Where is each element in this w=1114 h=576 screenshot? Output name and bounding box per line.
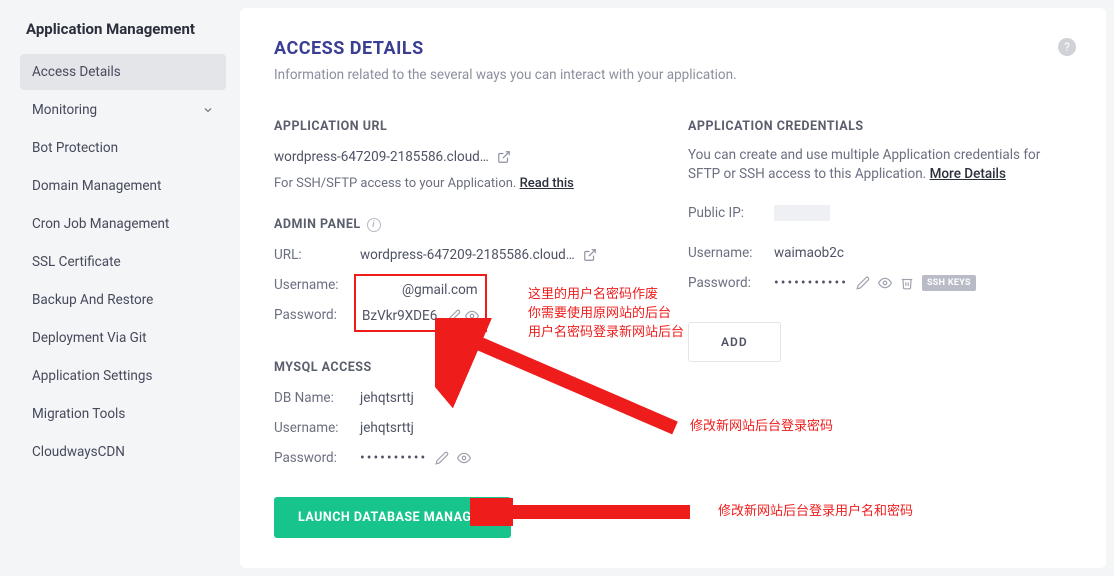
ssh-keys-badge[interactable]: SSH KEYS — [922, 275, 976, 291]
chevron-down-icon — [202, 104, 214, 116]
sidebar-item-domain-management[interactable]: Domain Management — [20, 168, 226, 204]
cred-username-label: Username: — [688, 245, 774, 261]
external-link-icon[interactable] — [583, 248, 597, 262]
mysql-username-label: Username: — [274, 420, 360, 436]
eye-icon[interactable] — [465, 309, 479, 323]
mysql-username-value: jehqtsrttj — [360, 420, 414, 436]
sidebar-item-access-details[interactable]: Access Details — [20, 54, 226, 90]
column-left: APPLICATION URL wordpress-647209-2185586… — [274, 119, 658, 538]
sidebar-item-cloudways-cdn[interactable]: CloudwaysCDN — [20, 434, 226, 470]
sidebar-item-bot-protection[interactable]: Bot Protection — [20, 130, 226, 166]
sidebar-item-cron-job-management[interactable]: Cron Job Management — [20, 206, 226, 242]
cred-password-label: Password: — [688, 275, 774, 291]
help-icon[interactable]: ? — [1058, 38, 1076, 56]
page-title: ACCESS DETAILS — [274, 38, 1072, 59]
info-icon[interactable]: i — [367, 218, 381, 232]
page-subtitle: Information related to the several ways … — [274, 67, 1072, 83]
mysql-dbname-value: jehqtsrttj — [360, 390, 414, 406]
mysql-password-value: •••••••••• — [360, 450, 427, 466]
pencil-icon[interactable] — [856, 276, 870, 290]
public-ip-value — [774, 205, 830, 221]
trash-icon[interactable] — [900, 276, 914, 290]
external-link-icon[interactable] — [497, 150, 511, 164]
pencil-icon[interactable] — [435, 451, 449, 465]
admin-url-value: wordpress-647209-2185586.cloud… — [360, 247, 575, 263]
admin-password-label: Password: — [274, 307, 360, 323]
sidebar-item-deployment-git[interactable]: Deployment Via Git — [20, 320, 226, 356]
admin-username-label: Username: — [274, 277, 360, 293]
section-header-mysql: MYSQL ACCESS — [274, 360, 658, 375]
admin-url-label: URL: — [274, 247, 360, 263]
credentials-more-details-link[interactable]: More Details — [930, 166, 1006, 182]
section-header-app-url: APPLICATION URL — [274, 119, 658, 134]
main-panel: ? ACCESS DETAILS Information related to … — [240, 8, 1106, 568]
credentials-description: You can create and use multiple Applicat… — [688, 146, 1072, 184]
sidebar-item-ssl-certificate[interactable]: SSL Certificate — [20, 244, 226, 280]
ssh-note: For SSH/SFTP access to your Application.… — [274, 176, 658, 191]
eye-icon[interactable] — [457, 451, 471, 465]
admin-credentials-highlight: @gmail.com BzVkr9XDE6 — [354, 274, 487, 332]
public-ip-label: Public IP: — [688, 205, 774, 221]
admin-password-value: BzVkr9XDE6 — [362, 308, 437, 324]
sidebar-item-backup-restore[interactable]: Backup And Restore — [20, 282, 226, 318]
mysql-dbname-label: DB Name: — [274, 390, 360, 406]
add-credential-button[interactable]: ADD — [688, 322, 781, 362]
cred-username-value: waimaob2c — [774, 245, 844, 261]
column-right: APPLICATION CREDENTIALS You can create a… — [688, 119, 1072, 538]
ssh-read-this-link[interactable]: Read this — [520, 176, 574, 191]
sidebar-title: Application Management — [20, 20, 226, 38]
launch-database-manager-button[interactable]: LAUNCH DATABASE MANAGER — [274, 497, 511, 538]
eye-icon[interactable] — [878, 276, 892, 290]
sidebar-item-migration-tools[interactable]: Migration Tools — [20, 396, 226, 432]
pencil-icon[interactable] — [447, 309, 461, 323]
sidebar-item-monitoring[interactable]: Monitoring — [20, 92, 226, 128]
sidebar: Application Management Access Details Mo… — [0, 0, 240, 576]
app-url-value: wordpress-647209-2185586.cloud… — [274, 149, 489, 165]
section-header-admin-panel: ADMIN PANEL i — [274, 217, 658, 232]
cred-password-value: ••••••••••• — [774, 275, 848, 291]
section-header-credentials: APPLICATION CREDENTIALS — [688, 119, 1072, 134]
sidebar-item-application-settings[interactable]: Application Settings — [20, 358, 226, 394]
mysql-password-label: Password: — [274, 450, 360, 466]
admin-username-value: @gmail.com — [402, 282, 478, 298]
